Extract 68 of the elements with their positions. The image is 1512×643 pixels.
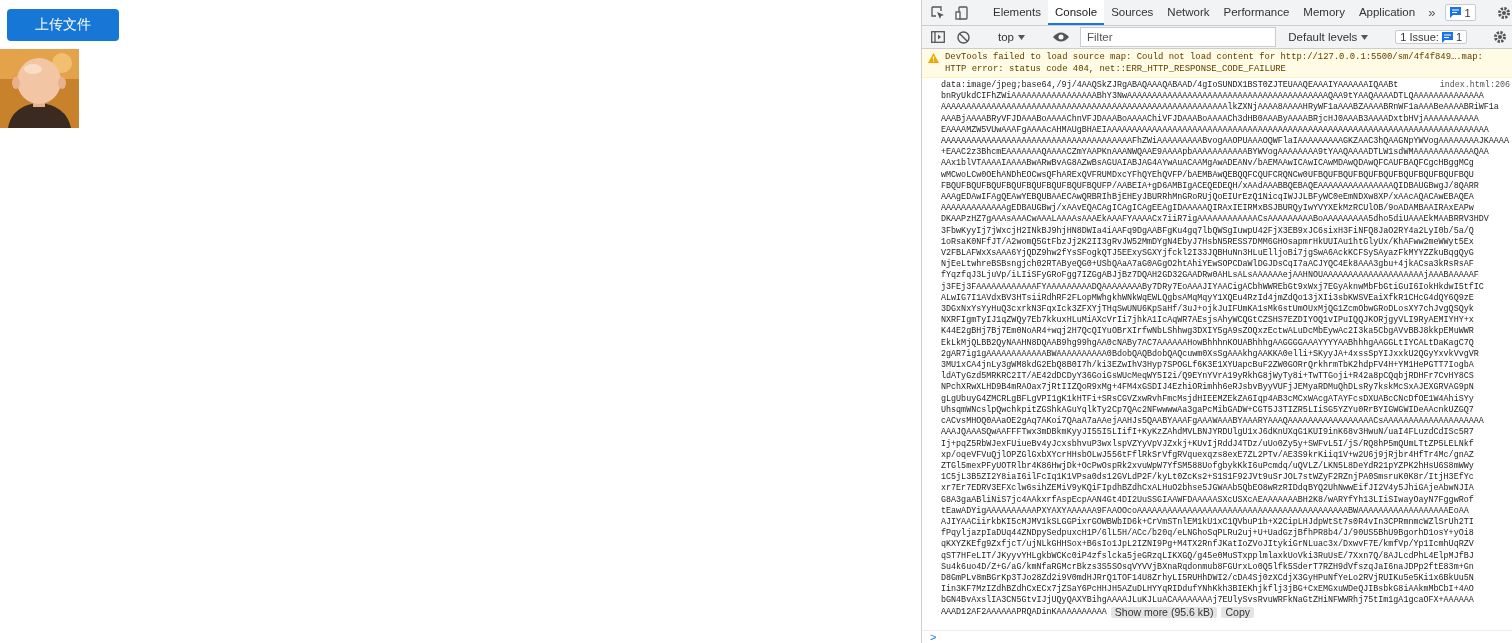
upload-button[interactable]: 上传文件 — [7, 9, 119, 41]
log-line: NjEeLtwhreBSBsngjch02RTAByeQG0+USbQAaA7aG0AGgO2htAhiYEwSOPCDaWlDGJDsCqI7aACJYQC4Ek8AAA3gbu+4jkACsa3kRsRsAF — [941, 259, 1474, 270]
log-line: 3FbwKyyIj7jWxcjH2INkBJ9hjHN8DWIa4iAAFq9DgAABFgKu4gq7lbQWSgIuwpU42FjX3EB9xJC6sixH3FiNFQ8JaO2RY4a2LyI0b/5a/Q — [941, 225, 1474, 237]
log-line: wMCwoLCw0OEhANDhEOCwsQFhARExQVFRUMDxcYFhQYEhQVFP/bAEMBAwQEBQQFCQUFCRQNCw0UFBQUFBQUFBQUFBQUFBQUFBQUFBQUFBQU — [941, 169, 1474, 181]
log-line: qKXYZKEfg9ZxfjcT/ujNLkGHHSox+B6sIo1JpL2IZNI9Pg+M4TX2RnfJKatIoZVoJItykiGrNLuac3x/DxwvF7E/kmfVp/Yp1IcmhUqRZV — [941, 539, 1474, 551]
log-line: data:image/jpeg;base64,/9j/4AAQSkZJRgABAQAAAQABAAD/4gIoSUNDX1BST0ZJTEUAAQEAAAIYAAAAAAIQAABt — [941, 80, 1399, 91]
log-line: 1C5jL3B5ZI2Y8iaI6ilFcIq1K1VPsa0ds12GVLdP2F/kyLt0ZcKs2+S1S1F92JVt9uSrJOL7stWZyF2RZnjPA0SmsruK0K8r/ItjH3EfYc — [941, 472, 1474, 483]
log-line: EAAAAMZW5VUwAAAFgAAAAcAHMAUgBHAEIAAAAAAAAAAAAAAAAAAAAAAAAAAAAAAAAAAAAAAAAAAAAAAAAAAAAAAAAAAAAAAAAAAAAAAAAAAAA — [941, 124, 1489, 136]
log-line: qST7HFeLIT/JKyyvYHLgkbWCKc0iP4zfslcka5jeGRzqLIKXGQ/g45e0MuSTxpplmlaxkUoVki3RuUsE/7Xxn7Q/8AJLcdPhL4ElpMJfBJ — [941, 550, 1474, 562]
log-line: AAAAAAAAAAAAAAAAAAAAAAAAAAAAAAAAAAAAAAFhZWiAAAAAAAAABvogAAOPUAAAOQWFlaIAAAAAAAAAGKZAAC3hQAAGNpYWVogAAAAAAAAJKAAAA — [941, 136, 1509, 147]
log-line: NPchXRwXLHD9B4mRAOax7jRtIIZQoR9xMg+4FM4xGSDIJ4EzhiORimhh6eRJsbvByyVUFjJEMyaRDMuQhDLsRy7kskMcSxAJEXGRVAG9pN — [941, 382, 1474, 394]
log-line: V2FBLAFWxXsAAA6YjQDZ9hw2fYsSFogkQTJ5EExySGXYjfckl2I33JQBHuNn3HLuElljoBi7jgSwA6AckKCFSySAyazFkMYYZZkuBqgQyG — [941, 248, 1474, 259]
console-prompt[interactable]: > — [922, 631, 1512, 643]
devtools-tab[interactable]: Network — [1160, 0, 1217, 25]
warning-message: DevTools failed to load source map: Could not load content for http://127.0.0.1:5500/sm/4f4f849….map: HTTP error: status code 404, net::ERR_HTTP_RESPONSE_CODE_FAILURE — [945, 51, 1484, 75]
devtools-tab[interactable]: Sources — [1104, 0, 1161, 25]
log-line: tEawADYigAAAAAAAAAAPXYAXYAAAAAA9FAAOOcoAAAAAAAAAAAAAAAAAAAAAAAAAAAAAAAAAAAAAAAAAABWAAAAAAAAAAAAAAAAAAEoAA — [941, 505, 1469, 517]
log-line: UhsqmWNcslpQwchkpitZGShkAGuYqlkTy2Cp7QAc2NFwwwwAa3gaPcMibGADW+CGT5J3TIZR5LIiSG5YZYu0RrBYIGWGWIDeAAcnkUZGQ7 — [941, 404, 1474, 416]
log-line: ldATyGzd5MRKRC2IT/AE42dDCDyY36GoiGsWUcMeqWY5I2i/Q9EYnYVrA19yRkhG8jWyTy8i+TwTTGoji+R42a8pCQqbjRDHFr7CvHY8CS — [941, 371, 1474, 382]
log-line: j3FEj3FAAAAAAAAAAAAFYAAAAAAAAADQAAAAAAAABy7DRy7EoAAAJIYAACigACbhWWREbGt9xWxj7EGyAknwMbFbGtiGuI6IokHkdwI5tfIC — [941, 281, 1484, 293]
log-line: fYqzfqJ3LjuVp/iLIiSFyGRoFgg7IZGgABJjBz7DQAH2GD32GAADRw0AHLsALsAAAAAAejAAHNOUAAAAAAAAAAAAAAAAAAAAjAAABAAAAAF — [941, 270, 1479, 282]
log-line: ZTGl5mexPFyUOTRlbr4K86HwjDk+OcPwOspRk2xvuWpW7YfSM588UofgbykKkI6uPcmdq/uQVLZ/LKN5L8DeYdR21pYZPK2hHsU6S8mWWy — [941, 460, 1474, 472]
log-line: Su4k6uo4D/Z+G/aG/kmNfaRGMcrBkzs3S5SOsqVYVVjBXnaRqdonmub8FGUrxLo0Q5lfk5SderT7RZH9dVfszqJaI6naJDPp2ftE83m+Gn — [941, 561, 1474, 573]
log-line: FBQUFBQUFBQUFBQUFBQUFBQUFBQUFBQUFP/AABEIA+gD6AMBIgACEQEDEQH/xAAdAAABBQEBAQEAAAAAAAAAAAAAAAQIDBAUGBwgJ/8QARR — [941, 180, 1479, 192]
log-line: Ij+pqZ5RbWJexFUiueBv4yJcxsbhvuP3wxlspVZYyVpVJZxkj+KUvIjRddJ4TDz/uUo0Zy5y+SWFvL5I/jS/RQ8hP5mQUmLTtZP5LELNkf — [941, 438, 1474, 450]
log-line: AAAgEDAwIFAgQEAwYEBQUBAAECAwQRBRIhBjEHEyJBURRhMnGRoRUjQoEIUrEzQ1NicqIWJJLBFyWC0eEmNDXw8XP/xAAcAQACAwEBAQEA — [941, 192, 1474, 203]
log-line: EkLkMjQLBB2QyNAAHN8DQAAB9hg99hgAA0cNABy7AC7AAAAAAHowBhhhnKOUABhhhgAAGGGGAAAYYYYAABhhhgAAGGLtIYCALtDaKagC7Q — [941, 337, 1474, 349]
log-line: fPqyljazpIaDUq44ZNDpySedpuxcH1P/6lL5H/ACc/b20q/eLNGhoSqPLRu2uj+U+UadGzjBfhPR8b4/J/90US5BhU9BgorhD1osY+yOi8 — [941, 528, 1474, 539]
show-more-button[interactable]: Show more (95.6 kB) — [1110, 606, 1218, 618]
log-line: gLgUbuyG4ZMCRLgBFLgVPI1gK1kHTFi+SRsCGVZxwRvhFmcMsjdHIEEMZEkZA6Iqp4AB3cMCxWAcgATAYFcsDXUABcCNcDfOE1W4AhiSYy — [941, 393, 1474, 405]
messages-badge[interactable]: 1 — [1445, 4, 1476, 21]
log-line: bGN4BvAxslIA3CN5GtvIJjUQyQAXYBihgAAAAJLuKJLuACAAAAAAAAj7EUlySvsRvuWRFkNaGtZHiNFWWRhj75tIm1gA1gcaOFX+AAAAAA — [941, 595, 1474, 607]
log-line: xr7Er7EDRV3EFXclw6sihZEMiV9yKQiFIpdhBZdhCxALHuO2bhse5JGWAAb5QbEO8wRzRIDdqBYQ2UhNwwEifJI2V4y5JhiGAjeAbwNJIA — [941, 483, 1474, 495]
more-tabs-button[interactable]: » — [1422, 0, 1442, 25]
devtools-tab[interactable]: Memory — [1296, 0, 1352, 25]
source-link[interactable]: index.html:206 — [1439, 80, 1510, 92]
log-line: xp/oqeVFVuQjlOPZGlGxbXYcrHHsbOLwJ556tFflRkSrVfgRVquexqzs8exE7ZL2PTv/AE3S9krKiiq1V+w2U6j9jRjbr4HfTr4Mc/gnAZ — [941, 449, 1474, 461]
log-line: 3DGxNxYsYyHuQ3cxrkN3FqxIck3ZFXYjTHqSwUNU6KpSaHf/3uJ+ojkJuIFUmKA1sMk6stUmOUxMjQG1ZcmObwGRoDLosXY7chJvgQSQyk — [941, 304, 1474, 315]
log-line: 2gAR7ig1gAAAAAAAAAAAABWAAAAAAAAAA0BdobQAQBdobQAQcuwm0XsSgAAAkhgAAKKA0elli+SKyyJA+4xssSpYIJxxkU2QGyYxvkVvgVR — [941, 348, 1479, 360]
log-line: AJIYAACiirkbKI5cMJMV1kSLGGPixrGOWBWbID6k+CrVmSTnlEM1kU1xC1QVbuP1b+X2CipLHJdpWtSt7s0R4vIn3CPRmnmcWZlSrUh2TI — [941, 516, 1474, 528]
devtools-tab[interactable]: Application — [1351, 0, 1423, 25]
log-line: 1oRsaK0NFfJT/A2womQ5GtFbzJj2K2II3gRvJW52MmDYgN4EbyJ7HsbN5RESS7DMM6GHOsapmrHkUUIAu1htGlyUx/KhAFww2meWWyt5Ex — [941, 236, 1474, 248]
log-line: G8A3gaABliNiS7jc4AAkxrfAspEcpAAN4Gt4DI2UuSSGIAAWFDAAAAASXcUSXcAEAAAAAAABH2K8/wARYfYh13LIiSIwayOayN7FggwRof — [941, 494, 1474, 506]
devtools-tab[interactable]: Console — [1047, 0, 1105, 25]
log-line: NXRFIgmTyIJ1qZWQy7Eb7kkuxHLuMiAXcVrIi7jhkA1IcAqWR7AEsjsAhyWCQGtCZSHS7EZDIYOQ1vIPuIQQJKORjgyVLI9RyAEMIYHY+x — [941, 315, 1474, 326]
log-line: AAAJQAAASQwAAFFFTwx3mDBkmKyyJI55I5LIifI+KyKzZAhdMVLBNJYRDUlgU1xJ6dKnUXqG1KUI9inK68v3HwuN/uaI4FLuzdCdISc5R7 — [941, 427, 1474, 439]
levels-dropdown[interactable]: Default levels — [1282, 31, 1375, 43]
log-line: K44E2gBHj7Bj7Em0NoAR4+wqj2H7QcQIYuOBrXIrfwNbLShhwg3DXIY5gA9sZOQxzEctwALuDcMbEywAc2I3ka5CbgAVvBBJ8kkpEMuWWR — [941, 326, 1474, 338]
context-dropdown[interactable]: top — [992, 31, 1031, 43]
log-line: +EAAC2z3BhcmEAAAAAAAQAAAACZmYAAPKnAAANWQAAE9AAAApbAAAAAAAAAAABYWVogAAAAAAAA9tYAAQAAAADTLW1sdWMAAAAAAAAAAAAQAA — [941, 147, 1489, 158]
log-line: DKAAPzHZ7gAAAsAAACwAAALAAAAsAAAEkAAAFYAAAACx7iiR7igAAAAAAAAAAAACsAAAAAAAAABoAAAAAAAAA5dho5diUAAAEkMAABRRV3HDV — [941, 214, 1489, 226]
log-line: bnRyUkdCIFhZWiAAAAAAAAAAAAAAAAABhY3NwAAAAAAAAAAAAAAAAAAAAAAAAAAAAAAAAAAAAAAAAQAA9tYAAQAAAADTLQAAAAAAAAAAAAAA — [941, 91, 1484, 102]
copy-button[interactable]: Copy — [1221, 606, 1254, 618]
log-line: ALwIG7I1AVdxBV3HTsiiRdhRF2FLopMWhgkhWNkWqEWLQgbsAMqMqyY1XQEu4RzId4jmZdQo13jXIi3sbKWSVEaiXfkR1CHcG4dQY6Q9zE — [941, 292, 1474, 304]
filter-field[interactable]: Filter — [1080, 27, 1277, 47]
log-line: D8GmPLv8mBGrKp3TJo28Zd2i9V0mdHJRrQ1TOF14U8ZrhyLI5RUHhDWI2/cDA4Sj0zXCdjX3GyHPuNfYeLo2RVjRUIKu5e5Ki1x6BkUu5N — [941, 572, 1474, 584]
issues-button[interactable]: 1 Issue: 1 — [1395, 30, 1467, 44]
log-line: cACvsMHOQ0AAaOE2gAq7AKoi7QAaA7aAAejAAHJs5QAABYAAAFgAAAWAAABYAAARYAAAQAAAAAAAAAAAAAAAAACsAAAAAAAAAAAAAAAAAAAA — [941, 416, 1484, 427]
log-line: AAAAAAAAAAAAAAAAAAAAAAAAAAAAAAAAAAAAAAAAAAAAAAAAAAAAAAAAAlkZXNjAAAA8AAAAHRyWF1aAAABZAAAABRnWF1aAAABeAAAABRiWF1a — [941, 102, 1499, 114]
devtools-tab[interactable]: Elements — [986, 0, 1048, 25]
log-line: AAAD12AF2AAAAAAPRQADinKAAAAAAAAAA — [941, 606, 1107, 618]
log-line: Iin3KF7MzIZdhBZdhCxECx7jZSaY6PcHHJH5AZuDLHYYqRIDdufYNhKkh3BIEKhjkflj3jBG+CxEMGxuWDeQJIBsbkG8iAAkmMbCbI+4AO — [941, 584, 1474, 595]
log-line: AAABjAAAABRyVFJDAAABoAAAAChnVFJDAAABoAAAAChiVFJDAAABoAAAACh3dHB0AAAByAAAABRjcHJ0AAAB3AAAADxtbHVjAAAAAAAAAAA — [941, 113, 1479, 125]
source-map-link[interactable]: http://127.0.0.1:5500/sm/4f4f849….map — [1280, 52, 1478, 62]
log-line: AAx1blVTAAAAIAAAABwARwBvAG8AZwBsAGUAIABJAG4AYwAuACAAMgAwADEANv/bAEMAAwICAwICAwMDAwQDAwQFCAUFBAQFCgcHBggMCg — [941, 158, 1474, 170]
log-line: 3MU1xCA4jnLy3gWM8kdG2EbQ8B0I7h/ki3EZwIhV3Hyp7SPOGLf6K3E1XYUapcBuF2ZW0GORrQrkhrmTbK2hdpFV4H+YM1HePGTT7IogbA — [941, 360, 1474, 371]
devtools-tab[interactable]: Performance — [1216, 0, 1297, 25]
log-line: AAAAAAAAAAAAAgEDBAUGBwj/xAAvEQACAgICAgICAgEEAgIDAAAAAQIRAxIEIRMxBSJBURQyIwYVYXEkMzRCUlOB/9oADAMBAAIRAxEAPw — [941, 203, 1474, 214]
